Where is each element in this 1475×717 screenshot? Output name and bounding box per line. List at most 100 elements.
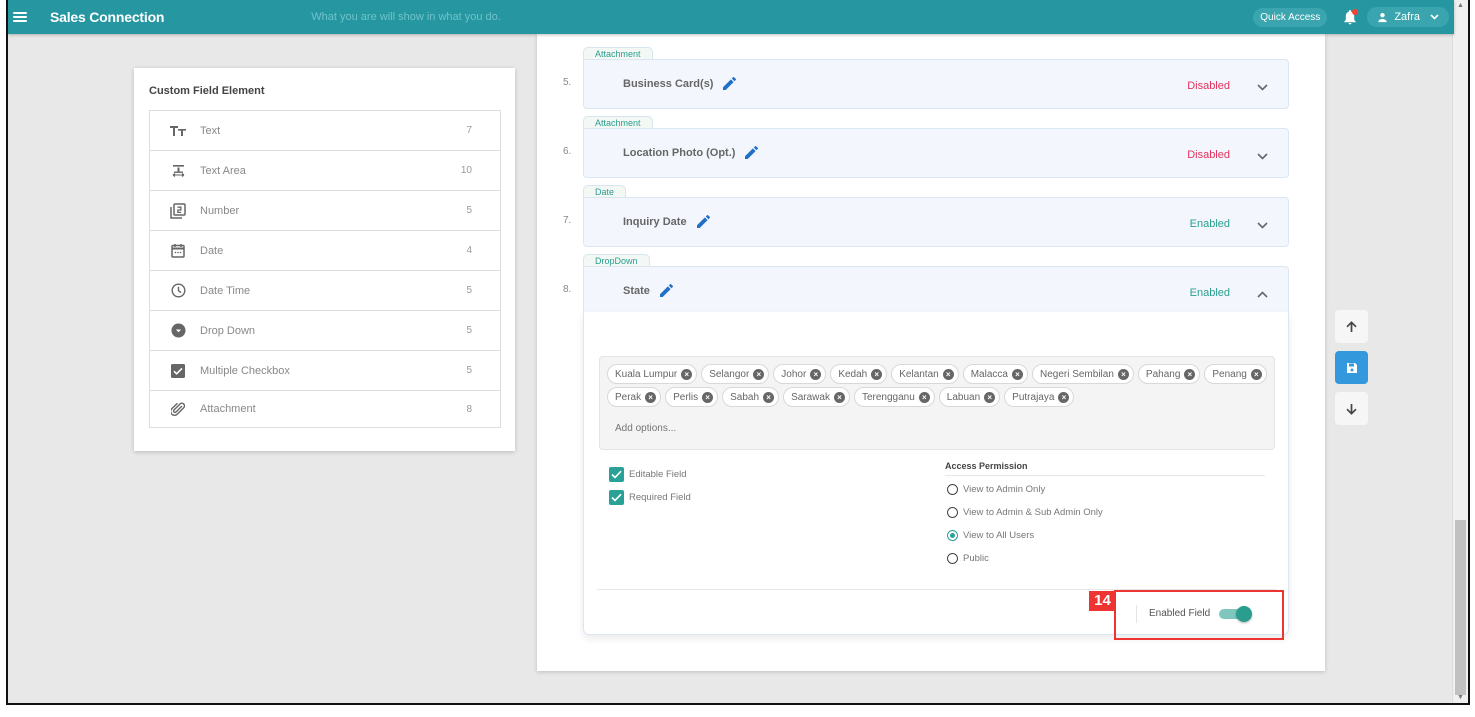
option-chip: Perak × — [607, 387, 662, 407]
field-header[interactable]: 5. Business Card(s) Disabled — [563, 59, 1289, 109]
arrow-up-icon — [1346, 320, 1357, 332]
quick-access-button[interactable]: Quick Access — [1253, 7, 1328, 27]
scroll-up-arrow-icon[interactable]: ▲ — [1457, 2, 1464, 9]
remove-option-icon[interactable]: × — [1058, 391, 1070, 403]
field-header[interactable]: 8. State Enabled — [563, 266, 1289, 316]
vertical-scrollbar[interactable]: ▲ ▼ — [1452, 0, 1468, 703]
remove-option-icon[interactable]: × — [833, 391, 845, 403]
remove-option-icon[interactable]: × — [702, 391, 714, 403]
remove-option-icon[interactable]: × — [942, 368, 954, 380]
element-count: 5 — [466, 365, 472, 376]
field-name: Location Photo (Opt.) — [623, 146, 736, 159]
radio-view-admin-only[interactable]: View to Admin Only — [947, 478, 1265, 501]
pencil-icon[interactable] — [696, 215, 710, 228]
option-chip: Kuala Lumpur × — [607, 364, 698, 384]
element-list: Text 7 Text Area 10 Number 5 Date 4 Date… — [149, 110, 501, 428]
element-item-date-time[interactable]: Date Time 5 — [150, 271, 500, 311]
radio-unchecked-icon — [947, 553, 958, 564]
option-chip: Johor × — [773, 364, 827, 384]
option-chip-label: Sabah — [730, 391, 760, 403]
pencil-icon[interactable] — [723, 77, 737, 90]
remove-option-icon[interactable]: × — [1117, 368, 1129, 380]
remove-option-icon[interactable]: × — [810, 368, 822, 380]
option-chip-label: Selangor — [709, 368, 750, 380]
hamburger-icon[interactable] — [13, 12, 27, 22]
element-label: Number — [200, 204, 240, 217]
move-up-button[interactable] — [1335, 310, 1368, 343]
remove-option-icon[interactable]: × — [1184, 368, 1196, 380]
remove-option-icon[interactable]: × — [753, 368, 765, 380]
remove-option-icon[interactable]: × — [763, 391, 775, 403]
chevron-down-icon[interactable] — [1257, 147, 1268, 165]
notification-badge — [1352, 9, 1359, 15]
option-chip-label: Kelantan — [899, 368, 939, 380]
element-item-text-area[interactable]: Text Area 10 — [150, 151, 500, 191]
remove-option-icon[interactable]: × — [681, 368, 693, 380]
scrollbar-thumb[interactable] — [1455, 520, 1466, 695]
option-chip: Penang × — [1204, 364, 1267, 384]
radio-public[interactable]: Public — [947, 547, 1265, 570]
editable-field-checkbox[interactable]: Editable Field — [609, 463, 691, 486]
field-index: 6. — [563, 146, 572, 157]
floppy-disk-icon — [1346, 362, 1357, 373]
option-chip-label: Kuala Lumpur — [615, 368, 678, 380]
remove-option-icon[interactable]: × — [1250, 368, 1262, 380]
scroll-down-arrow-icon[interactable]: ▼ — [1457, 694, 1464, 701]
remove-option-icon[interactable]: × — [645, 391, 657, 403]
chevron-down-icon[interactable] — [1257, 216, 1268, 234]
field-index: 8. — [563, 284, 572, 295]
side-toolbar — [1335, 310, 1368, 425]
access-permission-title: Access Permission — [945, 461, 1265, 476]
option-chip-label: Penang — [1212, 368, 1247, 380]
required-field-checkbox[interactable]: Required Field — [609, 486, 691, 509]
option-chip: Kedah × — [830, 364, 888, 384]
arrow-down-icon — [1346, 403, 1357, 415]
radio-view-admin-sub-admin[interactable]: View to Admin & Sub Admin Only — [947, 501, 1265, 524]
radio-checked-icon — [947, 530, 958, 541]
save-button[interactable] — [1335, 351, 1368, 384]
text-area-icon — [168, 164, 188, 177]
field-status: Enabled — [1189, 218, 1230, 230]
element-item-attachment[interactable]: Attachment 8 — [150, 391, 500, 427]
field-list-card: Attachment 5. Business Card(s) Disabled … — [537, 34, 1325, 671]
chevron-up-icon[interactable] — [1257, 285, 1268, 303]
field-header[interactable]: 6. Location Photo (Opt.) Disabled — [563, 128, 1289, 178]
element-label: Text Area — [200, 164, 246, 177]
options-input[interactable]: Kuala Lumpur × Selangor × Johor × Kedah × Kelant… — [599, 356, 1275, 450]
field-flags: Editable Field Required Field — [609, 463, 691, 509]
move-down-button[interactable] — [1335, 392, 1368, 425]
remove-option-icon[interactable]: × — [984, 391, 996, 403]
field-header[interactable]: 7. Inquiry Date Enabled — [563, 197, 1289, 247]
notifications-button[interactable] — [1343, 9, 1359, 25]
option-chip-label: Johor — [781, 368, 807, 380]
pencil-icon[interactable] — [659, 284, 673, 297]
chevron-down-icon — [1430, 14, 1439, 20]
add-options-input[interactable] — [615, 423, 915, 434]
option-chip: Putrajaya × — [1004, 387, 1075, 407]
remove-option-icon[interactable]: × — [1011, 368, 1023, 380]
radio-label: View to Admin Only — [963, 484, 1046, 495]
option-chip-label: Perak — [615, 391, 642, 403]
field-status: Disabled — [1187, 80, 1230, 92]
pencil-icon[interactable] — [745, 146, 759, 159]
checkbox-label: Required Field — [629, 492, 691, 503]
element-item-number[interactable]: Number 5 — [150, 191, 500, 231]
radio-label: View to All Users — [963, 530, 1035, 541]
element-item-drop-down[interactable]: Drop Down 5 — [150, 311, 500, 351]
field-status: Disabled — [1187, 149, 1230, 161]
user-menu[interactable]: Zafra — [1367, 7, 1449, 27]
element-item-multiple-checkbox[interactable]: Multiple Checkbox 5 — [150, 351, 500, 391]
option-chip: Kelantan × — [891, 364, 959, 384]
radio-view-all-users[interactable]: View to All Users — [947, 524, 1265, 547]
element-count: 4 — [466, 245, 472, 256]
element-item-text[interactable]: Text 7 — [150, 111, 500, 151]
remove-option-icon[interactable]: × — [918, 391, 930, 403]
option-chip: Terengganu × — [853, 387, 935, 407]
remove-option-icon[interactable]: × — [871, 368, 883, 380]
element-item-date[interactable]: Date 4 — [150, 231, 500, 271]
option-chip: Negeri Sembilan × — [1031, 364, 1134, 384]
option-chip: Labuan × — [938, 387, 1001, 407]
chevron-down-icon[interactable] — [1257, 78, 1268, 96]
option-chip: Selangor × — [701, 364, 770, 384]
element-label: Attachment — [200, 403, 256, 415]
